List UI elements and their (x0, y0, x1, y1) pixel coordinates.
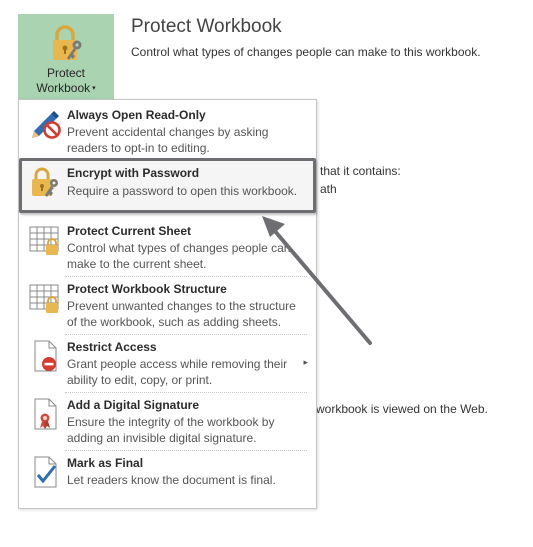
callout-arrow (262, 216, 372, 345)
